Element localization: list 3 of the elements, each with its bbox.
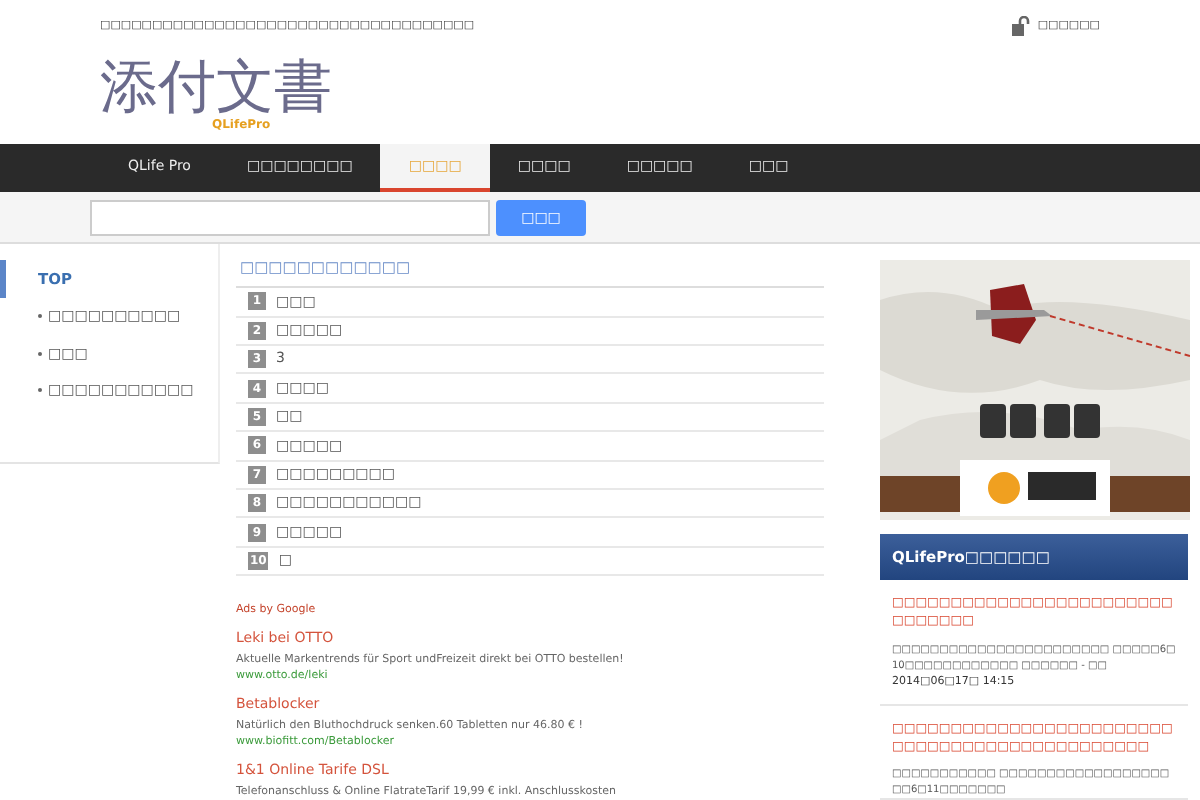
search-field[interactable] (90, 200, 490, 236)
lock-icon[interactable] (1011, 16, 1030, 36)
logo-text: 添付文書 (100, 58, 332, 116)
